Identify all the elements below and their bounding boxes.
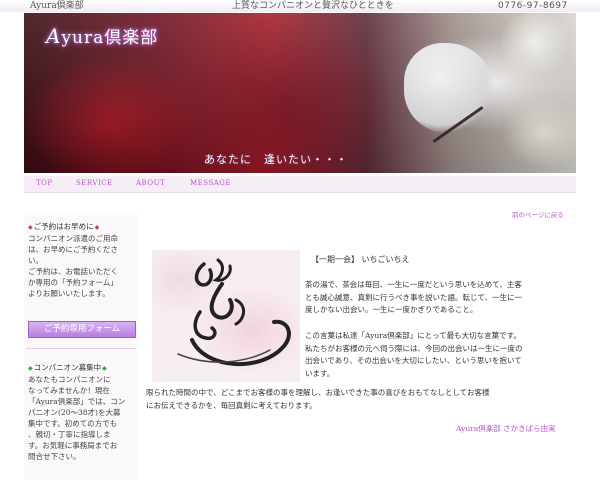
back-link[interactable]: 前のページに戻る <box>512 209 564 219</box>
recruit-text: あなたもコンパニオンに なってみませんか！現在 「Ayura倶楽部」では、コン … <box>28 375 126 461</box>
signature: Ayura倶楽部 さかきばら由実 <box>456 424 556 433</box>
tagline: 上質なコンパニオンと贅沢なひとときを <box>232 1 394 11</box>
nav-about[interactable]: ABOUT <box>136 179 165 187</box>
nav-message[interactable]: MESSAGE <box>190 179 231 187</box>
recruit-heading: ◆コンパニオン募集中◆ <box>28 363 107 372</box>
reservation-form-button[interactable]: ご予約専用フォーム <box>28 321 136 338</box>
definition-text: 茶の湯で、茶会は毎回、一生に一度だという思いを込めて、主客 とも誠心誠意、真剣に… <box>305 280 523 314</box>
diamond-icon: ◆ <box>102 365 107 372</box>
site-logo[interactable]: Ayura倶楽部 <box>46 23 158 48</box>
main-nav: TOP SERVICE ABOUT MESSAGE <box>24 176 576 193</box>
nav-service[interactable]: SERVICE <box>76 179 113 187</box>
phone-number: 0776-97-8697 <box>498 1 568 11</box>
reserve-heading: ◆ご予約はお早めに◆ <box>28 222 100 231</box>
calligraphy-image <box>152 250 300 382</box>
divider <box>26 348 136 349</box>
site-name: Ayura倶楽部 <box>30 1 84 11</box>
diamond-icon: ◆ <box>94 224 100 231</box>
nav-top[interactable]: TOP <box>36 179 53 187</box>
reserve-text: コンパニオン派遣のご用命 は、お早めにご予約くださ い。 ご予約は、お電話いただ… <box>28 234 118 298</box>
page-title: 【一期一会】 いちごいちえ <box>311 255 410 264</box>
calligraphy-brush-icon <box>177 258 291 366</box>
diamond-icon: ◆ <box>28 224 33 231</box>
top-bar: Ayura倶楽部 上質なコンパニオンと贅沢なひとときを 0776-97-8697 <box>0 0 600 12</box>
hero-banner: Ayura倶楽部 あなたに 逢いたい・・・ <box>24 13 576 173</box>
message-text: この言葉は私達「Ayura倶楽部」にとって最も大切な言葉です。 私たちがお客様の… <box>305 331 523 378</box>
diamond-icon: ◆ <box>28 365 33 372</box>
closing-text: 限られた時間の中で、どこまでお客様の事を理解し、お逢いできた事の喜びをおもてなし… <box>146 388 490 410</box>
sidebar: ◆ご予約はお早めに◆ コンパニオン派遣のご用命 は、お早めにご予約くださ い。 … <box>24 215 138 480</box>
hero-catchphrase: あなたに 逢いたい・・・ <box>204 153 348 166</box>
